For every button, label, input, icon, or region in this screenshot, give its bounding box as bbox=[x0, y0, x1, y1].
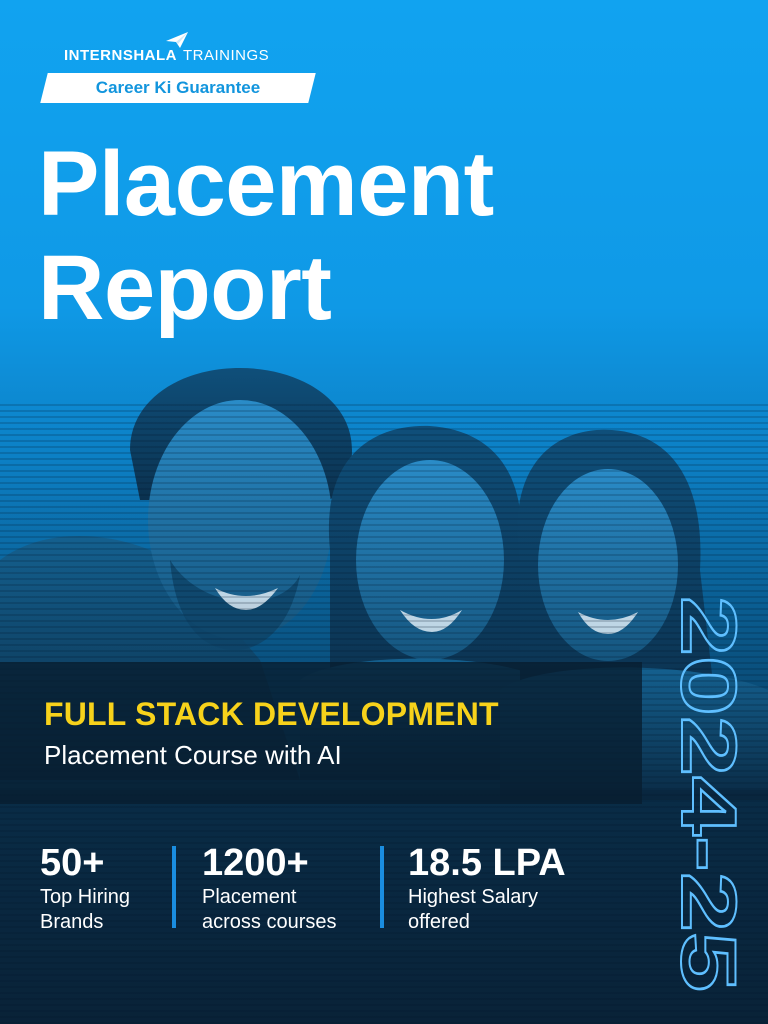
title-line-1: Placement bbox=[38, 133, 494, 235]
stat-divider bbox=[380, 846, 384, 928]
course-banner bbox=[0, 662, 642, 804]
stat-placements-label: Placement across courses bbox=[202, 885, 372, 935]
brand-suffix: TRAININGS bbox=[183, 46, 270, 64]
stat-label-line: Brands bbox=[40, 911, 104, 933]
stat-label-line: across courses bbox=[202, 911, 337, 933]
stat-label-line: Highest Salary bbox=[408, 886, 539, 908]
year-text: 2024-25 bbox=[670, 596, 750, 992]
stat-label-line: offered bbox=[408, 911, 470, 933]
stat-label-line: Placement bbox=[202, 886, 297, 908]
stat-divider bbox=[172, 846, 176, 928]
stat-placements-value: 1200+ bbox=[202, 842, 309, 884]
stat-label-line: Top Hiring bbox=[40, 886, 131, 908]
stat-hiring-brands-value: 50+ bbox=[40, 842, 105, 884]
course-subtitle: Placement Course with AI bbox=[44, 740, 342, 770]
stat-hiring-brands-label: Top Hiring Brands bbox=[40, 885, 210, 935]
paper-plane-icon bbox=[166, 32, 188, 48]
internshala-logo: INTERNSHALA TRAININGS bbox=[64, 32, 270, 66]
stat-salary-value: 18.5 LPA bbox=[408, 842, 566, 884]
placement-report-poster: INTERNSHALA TRAININGS Career Ki Guarante… bbox=[0, 0, 768, 1024]
year-label: 2024-25 bbox=[670, 596, 750, 994]
page-title: Placement Report bbox=[38, 132, 494, 340]
course-name: FULL STACK DEVELOPMENT bbox=[44, 696, 499, 732]
brand-name: INTERNSHALA bbox=[64, 46, 177, 64]
tagline-text: Career Ki Guarantee bbox=[95, 78, 261, 97]
stat-salary-label: Highest Salary offered bbox=[408, 885, 578, 935]
title-line-2: Report bbox=[38, 237, 332, 339]
